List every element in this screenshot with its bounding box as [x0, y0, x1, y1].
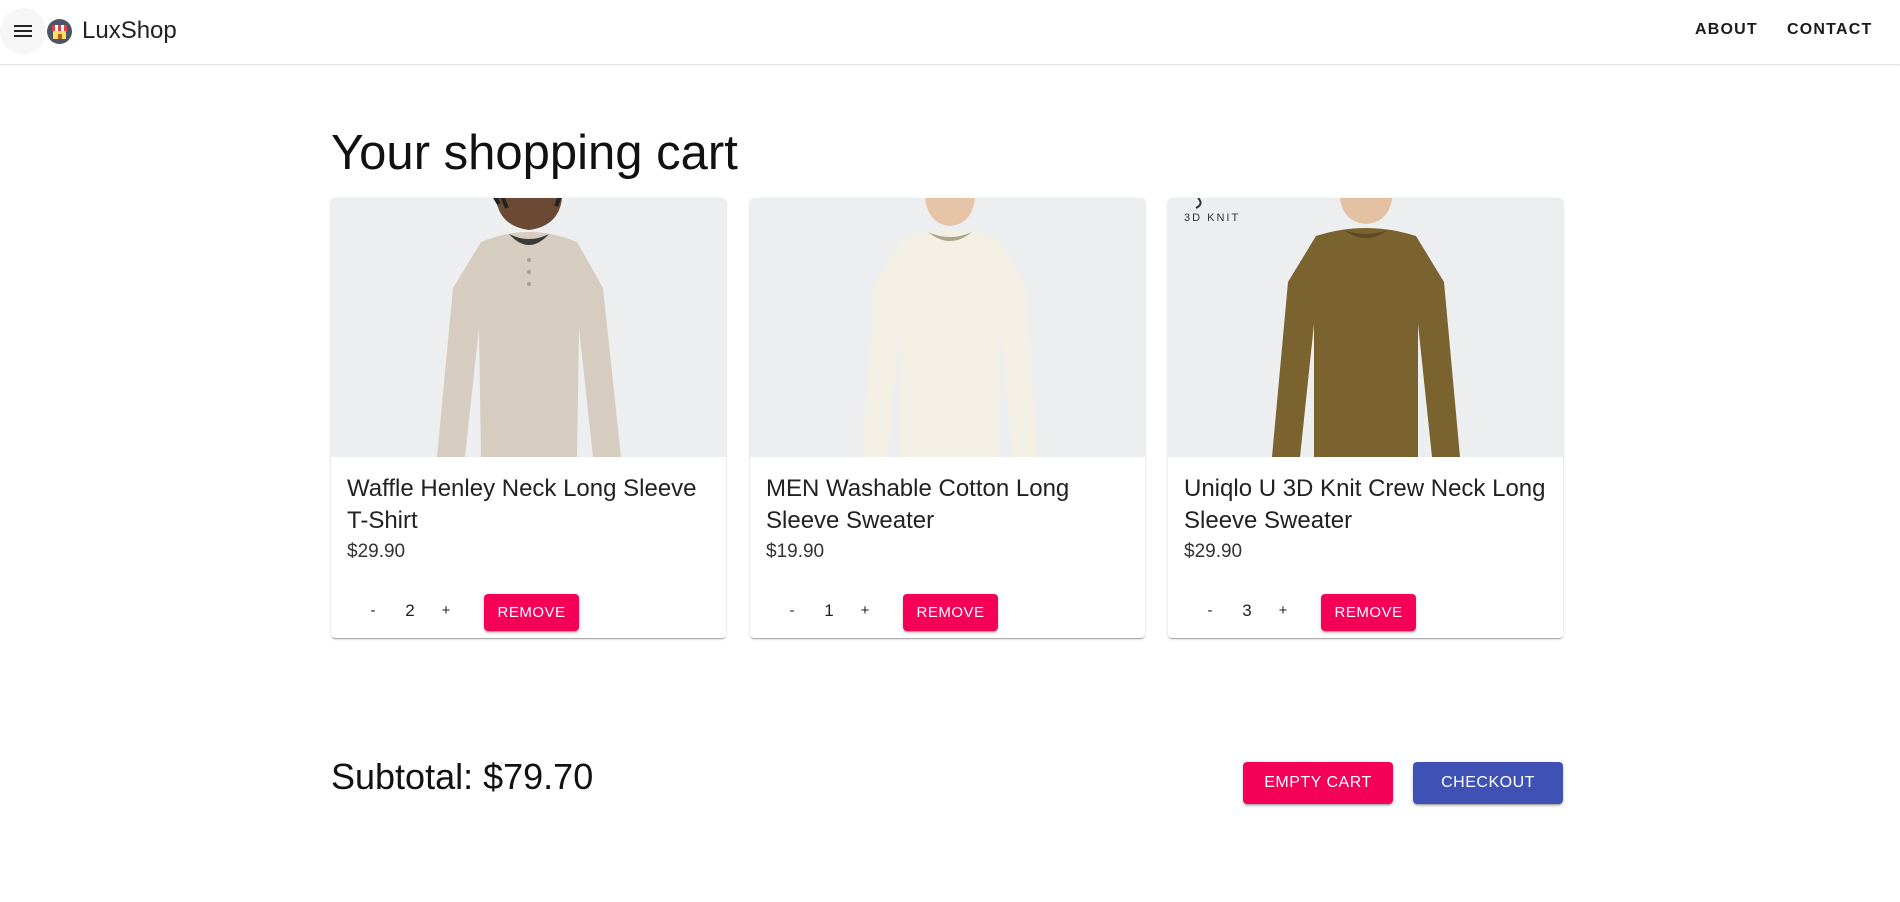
app-bar: LuxShop ABOUT CONTACT	[0, 0, 1900, 65]
subtotal: Subtotal: $79.70	[331, 756, 594, 797]
product-price: $29.90	[347, 541, 406, 562]
checkout-button[interactable]: CHECKOUT	[1413, 762, 1563, 804]
product-name: Uniqlo U 3D Knit Crew Neck Long Sleeve S…	[1184, 475, 1546, 534]
brand-name[interactable]: LuxShop	[82, 17, 177, 45]
product-name: MEN Washable Cotton Long Sleeve Sweater	[766, 475, 1070, 534]
product-photo-3d-knit	[1168, 198, 1563, 457]
cart-item-card: Waffle Henley Neck Long Sleeve T-Shirt $…	[331, 198, 726, 638]
increase-quantity-button[interactable]: +	[428, 592, 464, 628]
quantity-value: 3	[1242, 601, 1252, 620]
nav-about[interactable]: ABOUT	[1695, 21, 1758, 39]
decrease-quantity-button[interactable]: -	[355, 592, 391, 628]
cart-item-card: MEN Washable Cotton Long Sleeve Sweater …	[750, 198, 1145, 638]
menu-button[interactable]	[0, 8, 46, 54]
cart-item-card: 3D KNIT Uniqlo U 3D Knit Crew Neck Long …	[1168, 198, 1563, 638]
product-photo-waffle-henley	[331, 198, 726, 457]
product-price: $29.90	[1184, 541, 1243, 562]
remove-item-button[interactable]: REMOVE	[484, 594, 579, 631]
increase-quantity-button[interactable]: +	[847, 592, 883, 628]
shop-store-icon[interactable]	[47, 19, 72, 44]
quantity-value: 1	[824, 601, 834, 620]
remove-item-button[interactable]: REMOVE	[1321, 594, 1416, 631]
increase-quantity-button[interactable]: +	[1265, 592, 1301, 628]
product-image	[750, 198, 1145, 457]
remove-item-button[interactable]: REMOVE	[903, 594, 998, 631]
product-image	[331, 198, 726, 457]
quantity-value: 2	[405, 601, 415, 620]
decrease-quantity-button[interactable]: -	[1192, 592, 1228, 628]
image-label: 3D KNIT	[1184, 212, 1241, 224]
decrease-quantity-button[interactable]: -	[774, 592, 810, 628]
nav-contact[interactable]: CONTACT	[1787, 21, 1872, 39]
empty-cart-button[interactable]: EMPTY CART	[1243, 762, 1393, 804]
product-photo-washable-cotton	[750, 198, 1145, 457]
product-name: Waffle Henley Neck Long Sleeve T-Shirt	[347, 475, 697, 534]
page-title: Your shopping cart	[331, 126, 738, 180]
product-price: $19.90	[766, 541, 825, 562]
product-image: 3D KNIT	[1168, 198, 1563, 457]
